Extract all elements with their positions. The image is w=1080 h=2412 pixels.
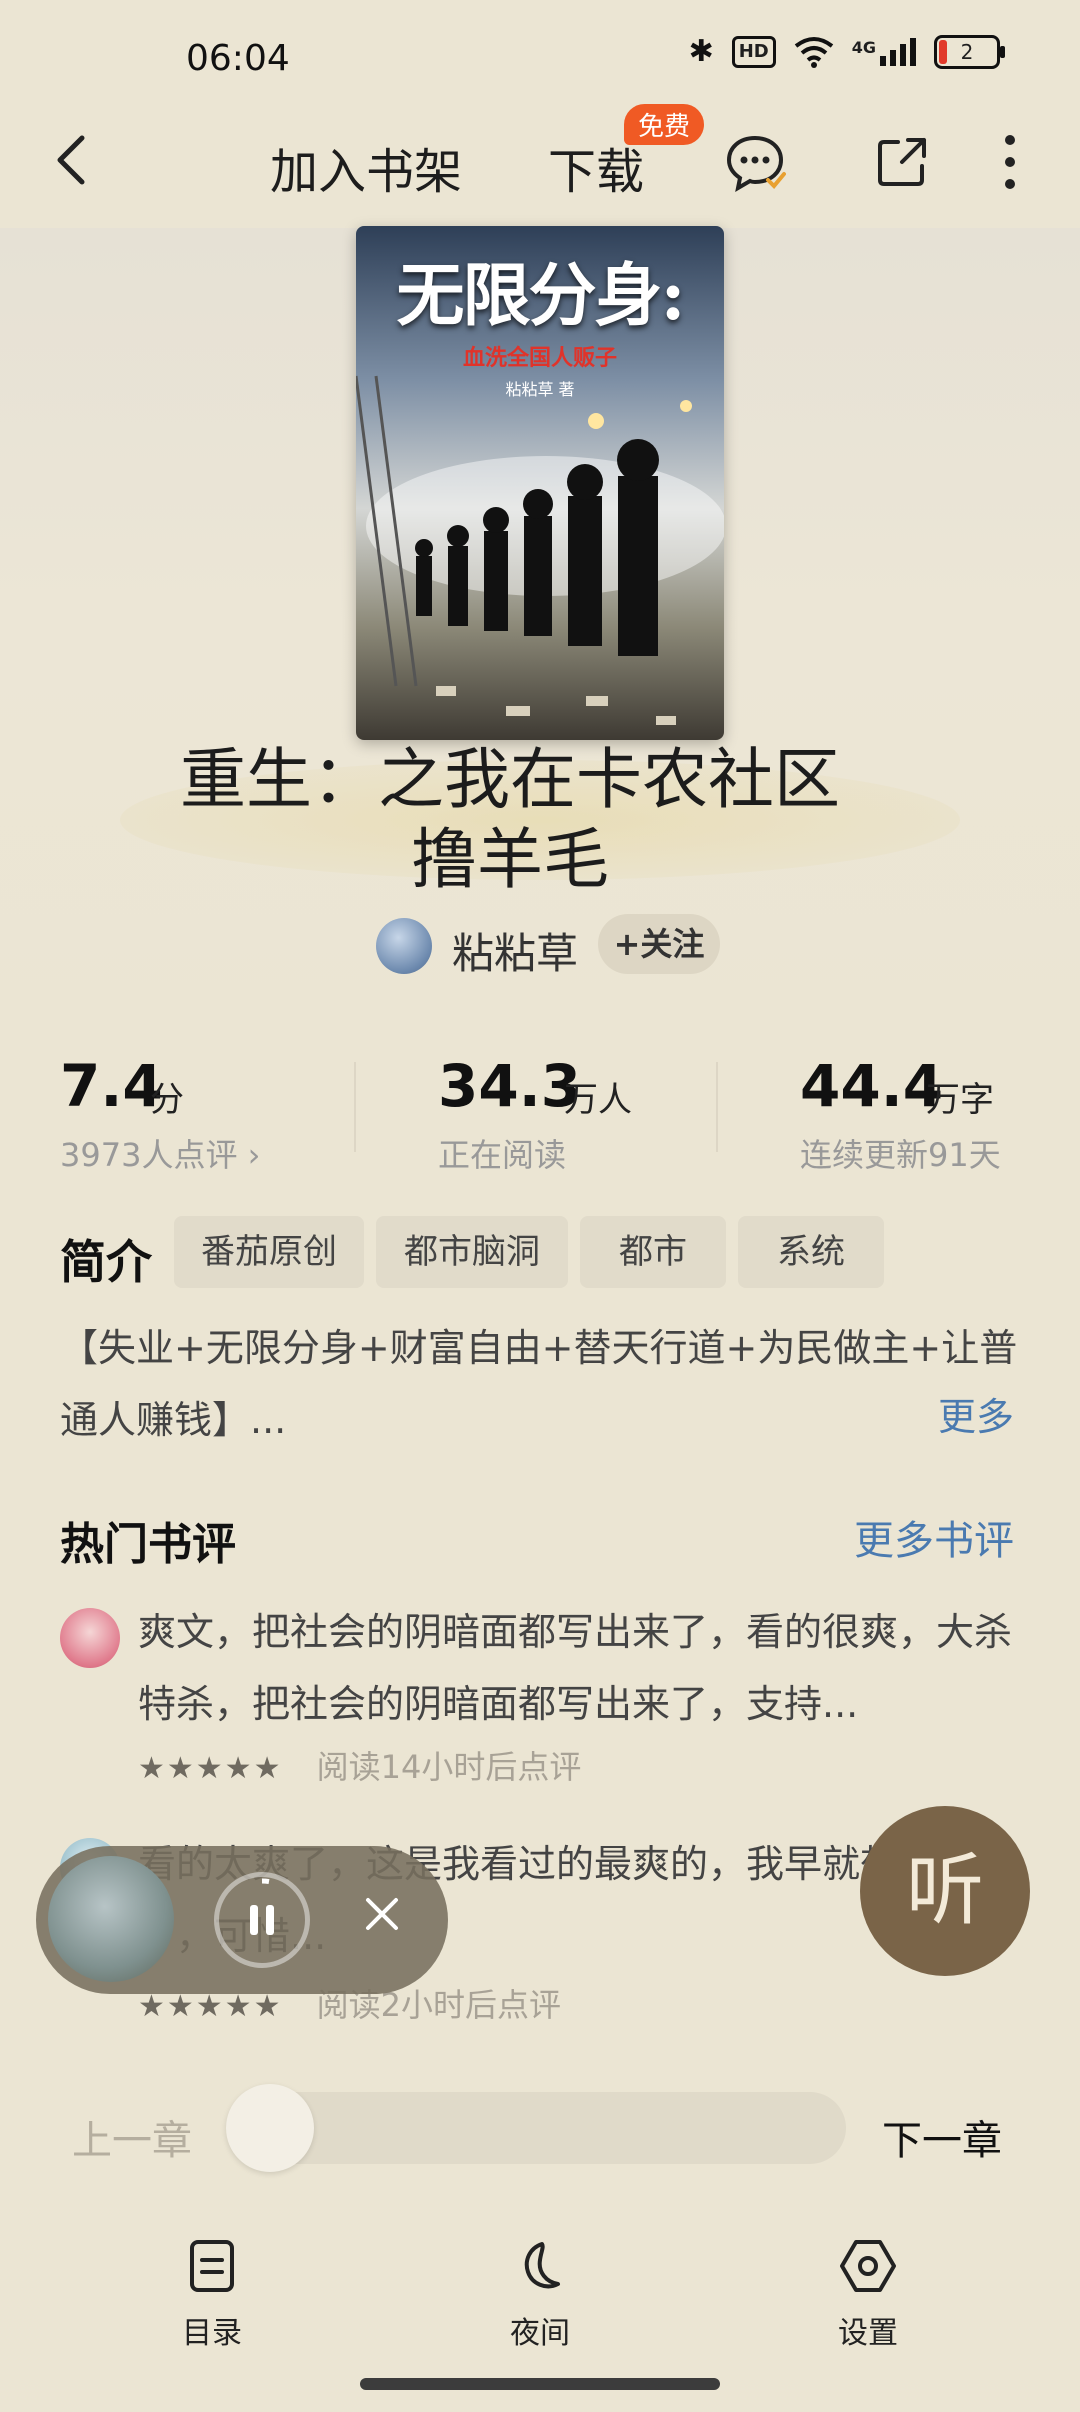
settings-tab[interactable]: 设置 — [788, 2238, 948, 2352]
intro-label: 简介 — [60, 1235, 152, 1289]
signal-icon: 4G — [852, 37, 916, 66]
listen-button[interactable]: 听 — [860, 1806, 1030, 1976]
back-icon[interactable] — [44, 130, 104, 190]
review-stars: ★★★★★ — [138, 1989, 283, 2024]
close-icon[interactable] — [360, 1892, 404, 1936]
home-indicator[interactable] — [360, 2378, 720, 2390]
readers-label: 正在阅读 — [438, 1136, 567, 1174]
word-count-value: 44.4 — [800, 1052, 944, 1120]
night-mode-label: 夜间 — [510, 2316, 570, 2351]
reviewer-avatar[interactable] — [60, 1608, 120, 1668]
battery-icon: 2 — [934, 34, 1005, 69]
toc-icon — [190, 2240, 234, 2292]
next-chapter-button[interactable]: 下一章 — [882, 2108, 1002, 2166]
word-count-unit: 万字 — [926, 1080, 994, 1120]
cover-title: 无限分身: — [396, 256, 685, 336]
book-title-line1: 重生：之我在卡农社区 — [180, 741, 840, 818]
tag-chip[interactable]: 系统 — [738, 1216, 884, 1288]
pause-button[interactable] — [214, 1872, 310, 1968]
review-meta: ★★★★★ 阅读14小时后点评 — [138, 1742, 581, 1788]
rating-value: 7.4 — [60, 1052, 163, 1120]
comment-icon[interactable] — [724, 132, 786, 194]
status-icons: ✱ HD 4G 2 — [688, 34, 1005, 69]
bluetooth-icon: ✱ — [688, 34, 714, 69]
review-text[interactable]: 爽文，把社会的阴暗面都写出来了，看的很爽，大杀特杀，把社会的阴暗面都写出来了，支… — [138, 1596, 1018, 1740]
wifi-icon — [794, 36, 833, 68]
stat-divider — [716, 1062, 718, 1152]
rating-count-link[interactable]: 3973人点评 › — [60, 1130, 260, 1176]
status-time: 06:04 — [186, 38, 290, 79]
stat-divider — [354, 1062, 356, 1152]
reviews-title: 热门书评 — [60, 1519, 236, 1570]
author-name[interactable]: 粘粘草 — [452, 920, 578, 981]
follow-button[interactable]: +关注 — [598, 914, 720, 974]
chapter-slider-thumb[interactable] — [226, 2084, 314, 2172]
pause-icon — [250, 1878, 274, 1935]
readers-unit: 万人 — [564, 1080, 632, 1120]
tag-chip[interactable]: 番茄原创 — [174, 1216, 364, 1288]
intro-text[interactable]: 【失业+无限分身+财富自由+替天行道+为民做主+让普通人赚钱】... — [60, 1312, 1030, 1456]
tag-chip[interactable]: 都市脑洞 — [376, 1216, 568, 1288]
tag-chip[interactable]: 都市 — [580, 1216, 726, 1288]
share-icon[interactable] — [872, 132, 932, 192]
chapter-slider-track[interactable] — [226, 2092, 846, 2164]
intro-more-link[interactable]: 更多 — [938, 1386, 1014, 1441]
add-to-shelf-button[interactable]: 加入书架 — [270, 132, 462, 202]
review-stars: ★★★★★ — [138, 1751, 283, 1786]
book-title: 重生：之我在卡农社区 撸羊毛 — [60, 740, 960, 900]
toc-tab[interactable]: 目录 — [132, 2238, 292, 2352]
settings-label: 设置 — [838, 2316, 898, 2351]
toc-label: 目录 — [182, 2316, 242, 2351]
more-reviews-link[interactable]: 更多书评 — [854, 1508, 1014, 1566]
prev-chapter-button[interactable]: 上一章 — [72, 2108, 192, 2166]
player-thumbnail[interactable] — [48, 1856, 174, 1982]
author-avatar[interactable] — [376, 918, 432, 974]
rating-unit: 分 — [150, 1080, 184, 1120]
hd-icon: HD — [731, 35, 776, 68]
review-time: 阅读14小时后点评 — [316, 1748, 582, 1786]
night-mode-tab[interactable]: 夜间 — [460, 2238, 620, 2352]
update-streak-label: 连续更新91天 — [800, 1136, 1001, 1174]
free-badge: 免费 — [624, 104, 705, 145]
moon-icon — [524, 2242, 560, 2289]
cover-author: 粘粘草 著 — [505, 380, 575, 399]
book-title-line2: 撸羊毛 — [411, 821, 609, 898]
more-options-icon[interactable] — [1000, 132, 1020, 192]
book-cover[interactable]: 无限分身: 血洗全国人贩子 粘粘草 著 — [356, 226, 724, 740]
settings-icon — [840, 2240, 896, 2292]
cover-subtitle: 血洗全国人贩子 — [462, 346, 617, 371]
readers-value: 34.3 — [438, 1052, 582, 1120]
